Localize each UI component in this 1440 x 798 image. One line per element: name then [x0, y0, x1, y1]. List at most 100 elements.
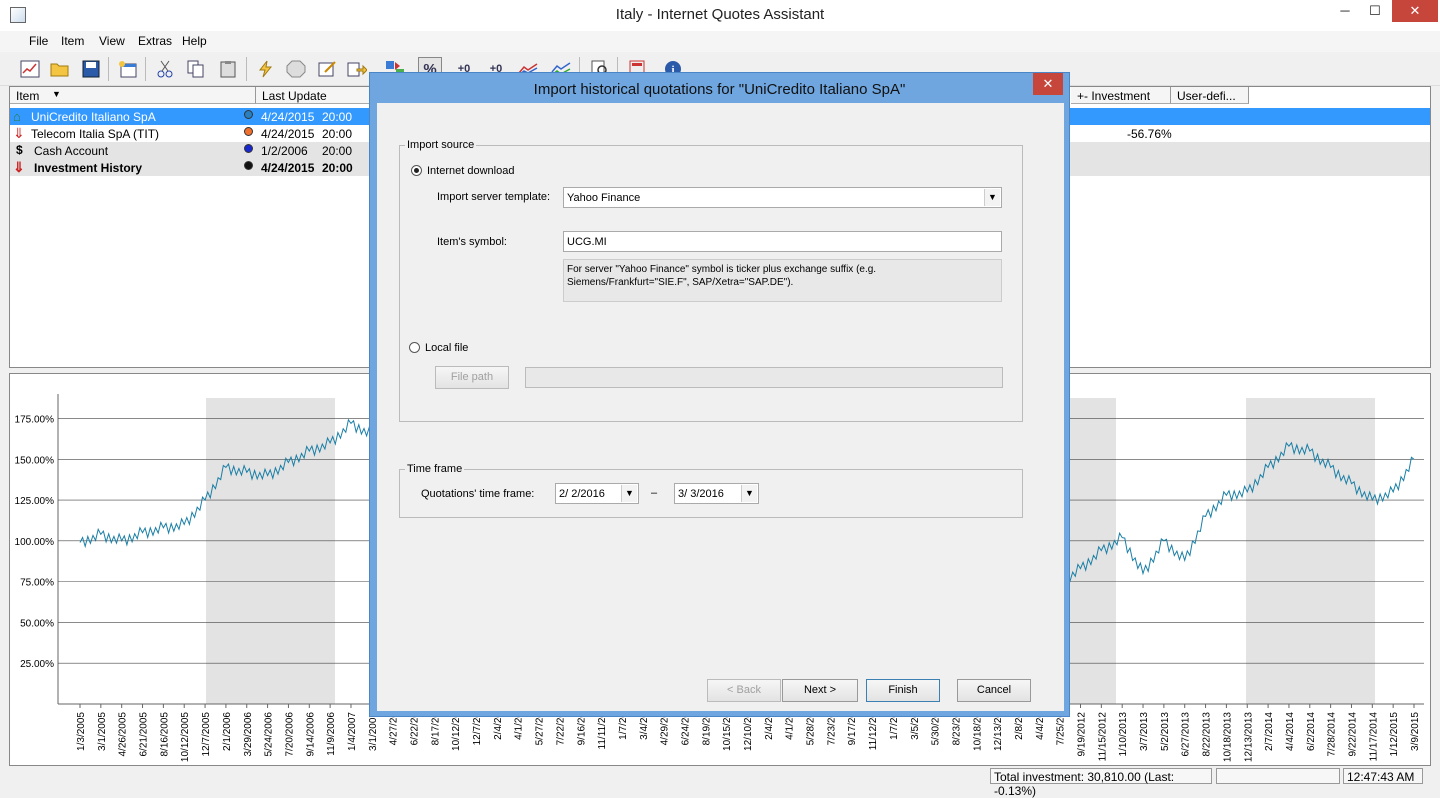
paste-icon[interactable] — [216, 57, 240, 81]
time-frame-label: Time frame — [405, 463, 465, 475]
item-name: Telecom Italia SpA (TIT) — [31, 127, 160, 141]
hint-line-1: For server "Yahoo Finance" symbol is tic… — [567, 264, 877, 275]
down-arrow-icon: ⇓ — [13, 125, 25, 141]
column-header-last-update[interactable]: Last Update — [256, 87, 371, 104]
x-tick-label: 3/7/2013 — [1139, 712, 1150, 751]
toolbar-separator — [108, 57, 109, 81]
server-template-select[interactable]: Yahoo Finance ▼ — [563, 187, 1002, 208]
x-tick-label: 10/18/2013 — [1222, 712, 1233, 762]
finish-button[interactable]: Finish — [866, 679, 940, 702]
y-tick-label: 125.00% — [15, 496, 55, 507]
file-path-button[interactable]: File path — [435, 366, 509, 389]
chevron-down-icon[interactable]: ▼ — [984, 189, 1000, 206]
year-band — [1070, 398, 1116, 704]
item-time: 20:00 — [322, 144, 353, 158]
symbol-input[interactable]: UCG.MI — [563, 231, 1002, 252]
item-name: UniCredito Italiano SpA — [31, 110, 156, 124]
new-item-icon[interactable] — [116, 57, 140, 81]
x-tick-label: 10/12/2005 — [180, 712, 191, 762]
status-dot-icon — [244, 110, 253, 119]
update-quotes-icon[interactable] — [254, 57, 278, 81]
status-empty-pane — [1216, 768, 1340, 784]
y-tick-label: 25.00% — [20, 659, 54, 670]
symbol-hint: For server "Yahoo Finance" symbol is tic… — [563, 259, 1002, 302]
title-bar: Italy - Internet Quotes Assistant ─ ☐ ✕ — [0, 0, 1440, 31]
x-tick-label: 10/18/20 — [972, 712, 983, 751]
status-bar: Total investment: 30,810.00 (Last: -0.13… — [0, 766, 1440, 798]
menu-item[interactable]: Item — [61, 34, 84, 48]
column-header-user-defined[interactable]: User-defi... — [1171, 87, 1249, 104]
menu-help[interactable]: Help — [182, 34, 207, 48]
y-tick-label: 150.00% — [15, 455, 55, 466]
column-header-investment[interactable]: +- Investment — [1071, 87, 1171, 104]
date-separator: – — [651, 487, 658, 499]
import-source-label: Import source — [405, 139, 477, 151]
internet-download-radio[interactable] — [411, 165, 422, 176]
x-tick-label: 1/4/2007 — [347, 712, 358, 751]
date-to-value: 3/ 3/2016 — [678, 488, 724, 500]
toolbar-separator — [246, 57, 247, 81]
column-header-item-label: Item — [16, 89, 40, 103]
y-tick-label: 50.00% — [20, 618, 54, 629]
chevron-down-icon[interactable]: ▼ — [621, 485, 637, 502]
cancel-button[interactable]: Cancel — [957, 679, 1031, 702]
x-tick-label: 11/12/20 — [868, 712, 879, 751]
dialog-close-button[interactable]: ✕ — [1033, 73, 1063, 95]
minimize-button[interactable]: ─ — [1330, 0, 1360, 22]
next-button[interactable]: Next > — [782, 679, 858, 702]
local-file-radio[interactable] — [409, 342, 420, 353]
stop-icon[interactable] — [284, 57, 308, 81]
x-tick-label: 4/26/2005 — [118, 712, 129, 757]
date-to-picker[interactable]: 3/ 3/2016 ▼ — [674, 483, 759, 504]
sort-arrow-icon: ▼ — [52, 89, 61, 99]
menu-file[interactable]: File — [29, 34, 48, 48]
year-band — [206, 398, 335, 704]
date-from-picker[interactable]: 2/ 2/2016 ▼ — [555, 483, 639, 504]
x-tick-label: 1/3/2005 — [76, 712, 87, 751]
import-dialog: Import historical quotations for "UniCre… — [369, 72, 1070, 717]
save-icon[interactable] — [79, 57, 103, 81]
dialog-body: Import source Internet download Import s… — [377, 103, 1064, 711]
status-dot-icon — [244, 127, 253, 136]
x-tick-label: 7/28/2014 — [1327, 712, 1338, 757]
close-button[interactable]: ✕ — [1392, 0, 1438, 22]
copy-icon[interactable] — [184, 57, 208, 81]
toolbar-separator — [145, 57, 146, 81]
status-dot-icon — [244, 161, 253, 170]
x-tick-label: 1/12/2015 — [1389, 712, 1400, 757]
item-time: 20:00 — [322, 127, 353, 141]
x-tick-label: 2/1/2006 — [222, 712, 233, 751]
file-path-input[interactable] — [525, 367, 1003, 388]
x-tick-label: 5/2/2013 — [1160, 712, 1171, 751]
item-name: Investment History — [34, 161, 143, 175]
menu-extras[interactable]: Extras — [138, 34, 172, 48]
column-header-item[interactable]: Item ▼ — [10, 87, 256, 104]
x-tick-label: 12/13/20 — [993, 712, 1004, 751]
edit-icon[interactable] — [315, 57, 339, 81]
dollar-icon: $ — [16, 143, 23, 157]
x-tick-label: 1/10/2013 — [1118, 712, 1129, 757]
export-icon[interactable] — [345, 57, 369, 81]
x-tick-label: 8/16/2005 — [159, 712, 170, 757]
x-tick-label: 9/22/2014 — [1347, 712, 1358, 757]
y-tick-label: 100.00% — [15, 537, 55, 548]
internet-download-label[interactable]: Internet download — [427, 165, 514, 177]
cut-icon[interactable] — [153, 57, 177, 81]
open-folder-icon[interactable] — [48, 57, 72, 81]
history-icon: ⇓ — [13, 159, 25, 175]
x-tick-label: 3/29/2006 — [243, 712, 254, 757]
chart-icon[interactable] — [18, 57, 42, 81]
item-date: 4/24/2015 — [261, 110, 315, 124]
x-tick-label: 12/13/2013 — [1243, 712, 1254, 762]
x-tick-label: 10/15/20 — [722, 712, 733, 751]
x-tick-label: 11/11/20 — [597, 712, 608, 750]
maximize-button[interactable]: ☐ — [1360, 0, 1390, 22]
x-tick-label: 11/17/2014 — [1368, 712, 1379, 762]
status-dot-icon — [244, 144, 253, 153]
item-date: 1/2/2006 — [261, 144, 308, 158]
chevron-down-icon[interactable]: ▼ — [741, 485, 757, 502]
back-button[interactable]: < Back — [707, 679, 781, 702]
item-time: 20:00 — [322, 110, 353, 124]
local-file-label[interactable]: Local file — [425, 342, 468, 354]
menu-view[interactable]: View — [99, 34, 125, 48]
